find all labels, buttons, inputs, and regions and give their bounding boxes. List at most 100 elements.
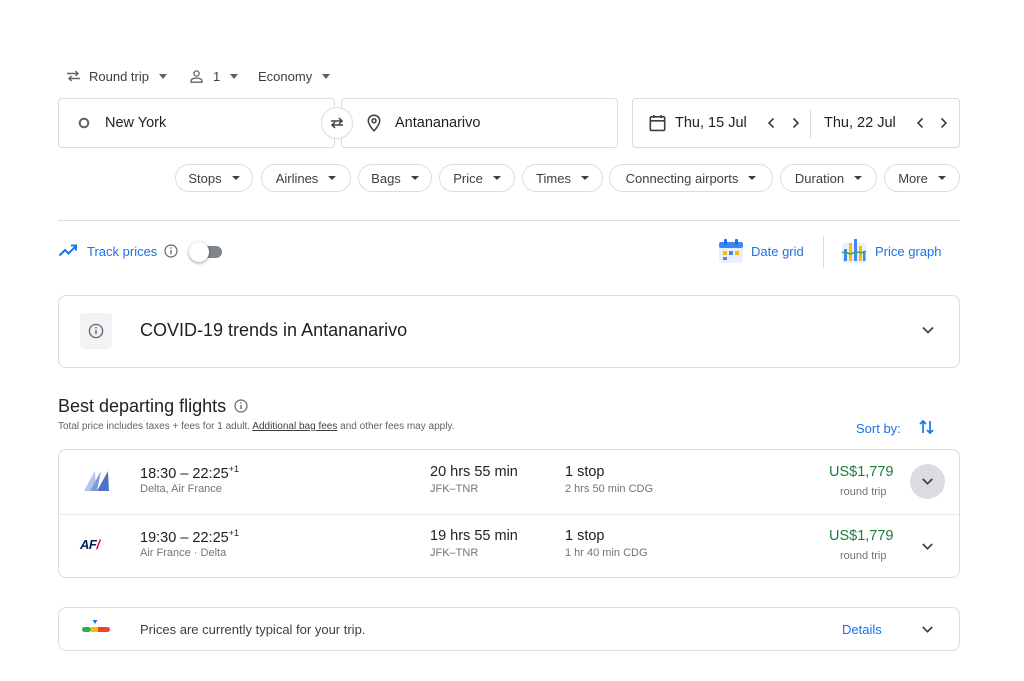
price-graph-icon xyxy=(840,237,868,265)
filter-label: Price xyxy=(453,170,483,186)
caret-down-icon xyxy=(328,176,337,180)
return-date-value[interactable]: Thu, 22 Jul xyxy=(824,115,896,131)
filter-connecting-airports-chip[interactable]: Connecting airports xyxy=(609,164,773,192)
flight-route: JFK–TNR xyxy=(430,547,479,559)
tools-divider xyxy=(823,236,824,268)
filter-bags-chip[interactable]: Bags xyxy=(358,164,432,192)
flight-route: JFK–TNR xyxy=(430,483,479,495)
depart-time: 18:30 xyxy=(140,465,177,482)
flight-row[interactable]: 18:30 – 22:25+1 Delta, Air France 20 hrs… xyxy=(59,450,959,514)
filter-duration-chip[interactable]: Duration xyxy=(780,164,877,192)
sort-by-button[interactable]: Sort by: xyxy=(856,421,901,436)
caret-down-icon xyxy=(748,176,757,180)
day-offset: +1 xyxy=(228,528,239,538)
price-type: round trip xyxy=(840,550,887,562)
bag-fees-link[interactable]: Additional bag fees xyxy=(252,421,337,432)
caret-down-icon xyxy=(322,73,331,79)
filter-price-chip[interactable]: Price xyxy=(439,164,515,192)
arrive-time: 22:25 xyxy=(192,465,229,482)
caret-down-icon xyxy=(854,176,863,180)
price-note-prefix: Total price includes taxes + fees for 1 … xyxy=(58,421,253,432)
flight-row[interactable]: AF/ 19:30 – 22:25+1 Air France · Delta 1… xyxy=(59,515,959,577)
filter-airlines-chip[interactable]: Airlines xyxy=(261,164,351,192)
results-heading: Best departing flights xyxy=(58,396,227,416)
origin-value: New York xyxy=(105,115,167,131)
price-graph-button[interactable]: Price graph xyxy=(875,244,941,259)
caret-down-icon xyxy=(492,176,501,180)
chevron-down-icon[interactable] xyxy=(921,325,935,335)
flight-times: 18:30 – 22:25+1 xyxy=(140,464,239,482)
caret-down-icon xyxy=(937,176,946,180)
section-divider xyxy=(58,220,960,221)
filter-label: Connecting airports xyxy=(625,170,739,186)
depart-prev-day-button[interactable] xyxy=(763,115,779,131)
flight-times: 19:30 – 22:25+1 xyxy=(140,528,239,546)
stop-count: 1 stop xyxy=(565,464,605,480)
filter-more-chip[interactable]: More xyxy=(884,164,960,192)
arrive-time: 22:25 xyxy=(192,529,229,546)
day-offset: +1 xyxy=(228,464,239,474)
filter-label: Stops xyxy=(188,170,222,186)
cabin-class-select[interactable]: Economy xyxy=(258,66,331,86)
origin-field[interactable]: New York xyxy=(58,98,335,148)
insight-text: Prices are currently typical for your tr… xyxy=(140,622,366,637)
caret-down-icon xyxy=(580,176,589,180)
date-range-field[interactable]: Thu, 15 Jul Thu, 22 Jul xyxy=(632,98,960,148)
origin-circle-icon xyxy=(78,117,90,129)
caret-down-icon xyxy=(231,176,240,180)
trip-type-label: Round trip xyxy=(89,68,149,84)
cabin-class-label: Economy xyxy=(258,68,313,84)
return-prev-day-button[interactable] xyxy=(912,115,928,131)
filter-times-chip[interactable]: Times xyxy=(522,164,603,192)
covid-title: COVID-19 trends in Antananarivo xyxy=(140,320,408,340)
info-icon-tile xyxy=(80,313,112,349)
price-note: Total price includes taxes + fees for 1 … xyxy=(58,421,454,432)
toggle-knob[interactable] xyxy=(189,242,209,262)
chevron-down-icon[interactable] xyxy=(921,625,934,634)
flight-duration: 20 hrs 55 min xyxy=(430,464,518,480)
depart-date-value[interactable]: Thu, 15 Jul xyxy=(675,115,747,131)
passengers-select[interactable]: 1 xyxy=(190,66,239,86)
sort-arrows-icon[interactable] xyxy=(918,418,936,436)
price-insight-card[interactable]: Prices are currently typical for your tr… xyxy=(58,607,960,651)
trip-type-select[interactable]: Round trip xyxy=(66,66,167,86)
layover-info: 1 hr 40 min CDG xyxy=(565,547,648,559)
filter-stops-chip[interactable]: Stops xyxy=(175,164,253,192)
depart-time: 19:30 xyxy=(140,529,177,546)
layover-info: 2 hrs 50 min CDG xyxy=(565,483,654,495)
info-icon[interactable] xyxy=(164,244,178,258)
expand-flight-button[interactable] xyxy=(910,464,945,499)
price-note-suffix: and other fees may apply. xyxy=(337,421,455,432)
air-france-logo-text: AF xyxy=(80,537,97,552)
info-icon xyxy=(88,323,104,339)
depart-next-day-button[interactable] xyxy=(788,115,804,131)
person-icon xyxy=(190,69,203,83)
return-next-day-button[interactable] xyxy=(936,115,952,131)
filter-label: Times xyxy=(536,170,571,186)
airline-names: Air France · Delta xyxy=(140,547,227,559)
destination-value: Antananarivo xyxy=(395,115,481,131)
date-divider xyxy=(810,110,811,138)
details-link[interactable]: Details xyxy=(842,622,882,637)
swap-icon xyxy=(329,116,345,130)
destination-field[interactable]: Antananarivo xyxy=(341,98,618,148)
filter-label: Duration xyxy=(794,170,845,186)
trend-line-icon xyxy=(58,244,78,258)
filter-label: Bags xyxy=(371,170,401,186)
swap-locations-button[interactable] xyxy=(321,107,353,139)
chevron-down-icon[interactable] xyxy=(921,542,934,551)
location-pin-icon xyxy=(367,114,381,132)
airline-names: Delta, Air France xyxy=(140,483,222,495)
caret-down-icon xyxy=(230,73,239,79)
price-level-icon xyxy=(81,619,111,635)
chevron-down-icon xyxy=(921,477,934,486)
filter-label: Airlines xyxy=(275,170,319,186)
covid-trends-card[interactable]: COVID-19 trends in Antananarivo xyxy=(58,295,960,368)
date-grid-button[interactable]: Date grid xyxy=(751,244,804,259)
info-icon[interactable] xyxy=(234,399,248,413)
air-france-logo: AF/ xyxy=(80,537,100,552)
date-grid-icon xyxy=(718,238,744,264)
caret-down-icon xyxy=(158,73,167,79)
caret-down-icon xyxy=(410,176,419,180)
track-prices-label[interactable]: Track prices xyxy=(87,244,157,259)
